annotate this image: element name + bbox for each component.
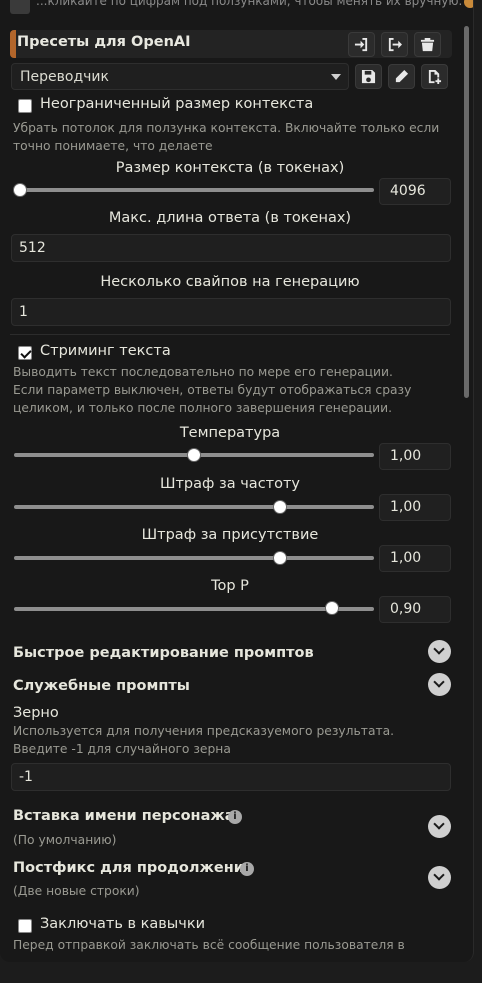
trash-icon	[420, 37, 435, 52]
presence-penalty-label: Штраф за присутствие	[141, 527, 319, 543]
char-name-chevron-icon[interactable]	[428, 815, 451, 838]
import-icon	[354, 37, 368, 52]
wrap-quotes-hint: Перед отправкой заключать всё сообщение …	[13, 938, 405, 952]
import-preset-button[interactable]	[348, 32, 375, 57]
context-size-value[interactable]: 4096	[379, 178, 451, 205]
presets-title: Пресеты для OpenAI	[17, 34, 191, 50]
export-icon	[388, 37, 402, 52]
freq-penalty-slider[interactable]	[14, 505, 374, 509]
unlimited-context-checkbox[interactable]	[18, 99, 32, 113]
continue-postfix-title: Постфикс для продолжения	[13, 860, 254, 876]
seed-hint: Используется для получения предсказуемог…	[13, 724, 395, 756]
swipes-input[interactable]: 1	[11, 298, 451, 326]
pencil-icon	[395, 69, 409, 83]
rename-preset-button[interactable]	[388, 64, 415, 89]
settings-panel: ...кликайте по цифрам под ползунками, чт…	[0, 0, 474, 962]
top-hint: ...кликайте по цифрам под ползунками, чт…	[36, 0, 473, 8]
wrap-quotes-checkbox[interactable]	[18, 919, 32, 933]
quick-edit-chevron-icon[interactable]	[428, 640, 451, 663]
continue-postfix-chevron-icon[interactable]	[428, 866, 451, 889]
info-icon[interactable]: i	[240, 862, 254, 876]
continue-postfix-sub: (Две новые строки)	[13, 884, 140, 898]
quick-edit-title: Быстрое редактирование промптов	[13, 645, 314, 661]
streaming-label: Стриминг текста	[40, 343, 171, 359]
freq-penalty-label: Штраф за частоту	[159, 476, 301, 492]
delete-preset-button[interactable]	[414, 32, 441, 57]
char-name-title: Вставка имени персонажа	[13, 808, 235, 824]
max-response-label: Макс. длина ответа (в токенах)	[108, 210, 352, 226]
save-icon	[361, 69, 376, 84]
context-size-thumb[interactable]	[13, 183, 27, 197]
streaming-hint: Выводить текст последовательно по мере е…	[13, 365, 412, 415]
top-p-thumb[interactable]	[325, 601, 339, 615]
header-accent	[10, 30, 16, 58]
wrap-quotes-label: Заключать в кавычки	[40, 916, 206, 932]
presence-penalty-slider[interactable]	[14, 556, 374, 560]
scrollbar-thumb[interactable]	[464, 26, 469, 398]
context-size-label: Размер контекста (в токенах)	[115, 160, 345, 176]
file-plus-icon	[428, 69, 442, 84]
top-hint-text: ...кликайте по цифрам под ползунками, чт…	[36, 0, 463, 8]
swipes-label: Несколько свайпов на генерацию	[100, 274, 360, 290]
temperature-thumb[interactable]	[187, 448, 201, 462]
seed-input[interactable]: -1	[11, 763, 451, 791]
new-preset-button[interactable]	[421, 64, 448, 89]
info-icon[interactable]: i	[228, 810, 242, 824]
preset-select-value: Переводчик	[20, 69, 109, 85]
utility-prompts-chevron-icon[interactable]	[428, 673, 451, 696]
top-checkbox[interactable]	[10, 0, 30, 14]
top-p-value[interactable]: 0,90	[379, 596, 451, 623]
save-preset-button[interactable]	[355, 64, 382, 89]
freq-penalty-thumb[interactable]	[273, 500, 287, 514]
export-preset-button[interactable]	[381, 32, 408, 57]
info-dot-icon	[464, 0, 473, 8]
seed-label: Зерно	[13, 705, 59, 721]
top-p-slider[interactable]	[14, 607, 374, 611]
streaming-checkbox[interactable]	[18, 346, 32, 360]
utility-prompts-title: Служебные промпты	[13, 678, 190, 694]
char-name-sub: (По умолчанию)	[13, 833, 117, 847]
temperature-label: Температура	[179, 425, 281, 441]
top-p-label: Top P	[211, 578, 249, 594]
freq-penalty-value[interactable]: 1,00	[379, 494, 451, 521]
context-size-slider[interactable]	[14, 188, 374, 192]
chevron-down-icon	[331, 74, 341, 80]
presence-penalty-thumb[interactable]	[273, 551, 287, 565]
presence-penalty-value[interactable]: 1,00	[379, 545, 451, 572]
preset-select[interactable]: Переводчик	[11, 63, 349, 90]
temperature-value[interactable]: 1,00	[379, 443, 451, 470]
unlimited-context-label: Неограниченный размер контекста	[40, 96, 314, 112]
unlimited-context-hint: Убрать потолок для ползунка контекста. В…	[13, 121, 440, 153]
divider	[10, 334, 450, 335]
max-response-input[interactable]: 512	[11, 234, 451, 262]
